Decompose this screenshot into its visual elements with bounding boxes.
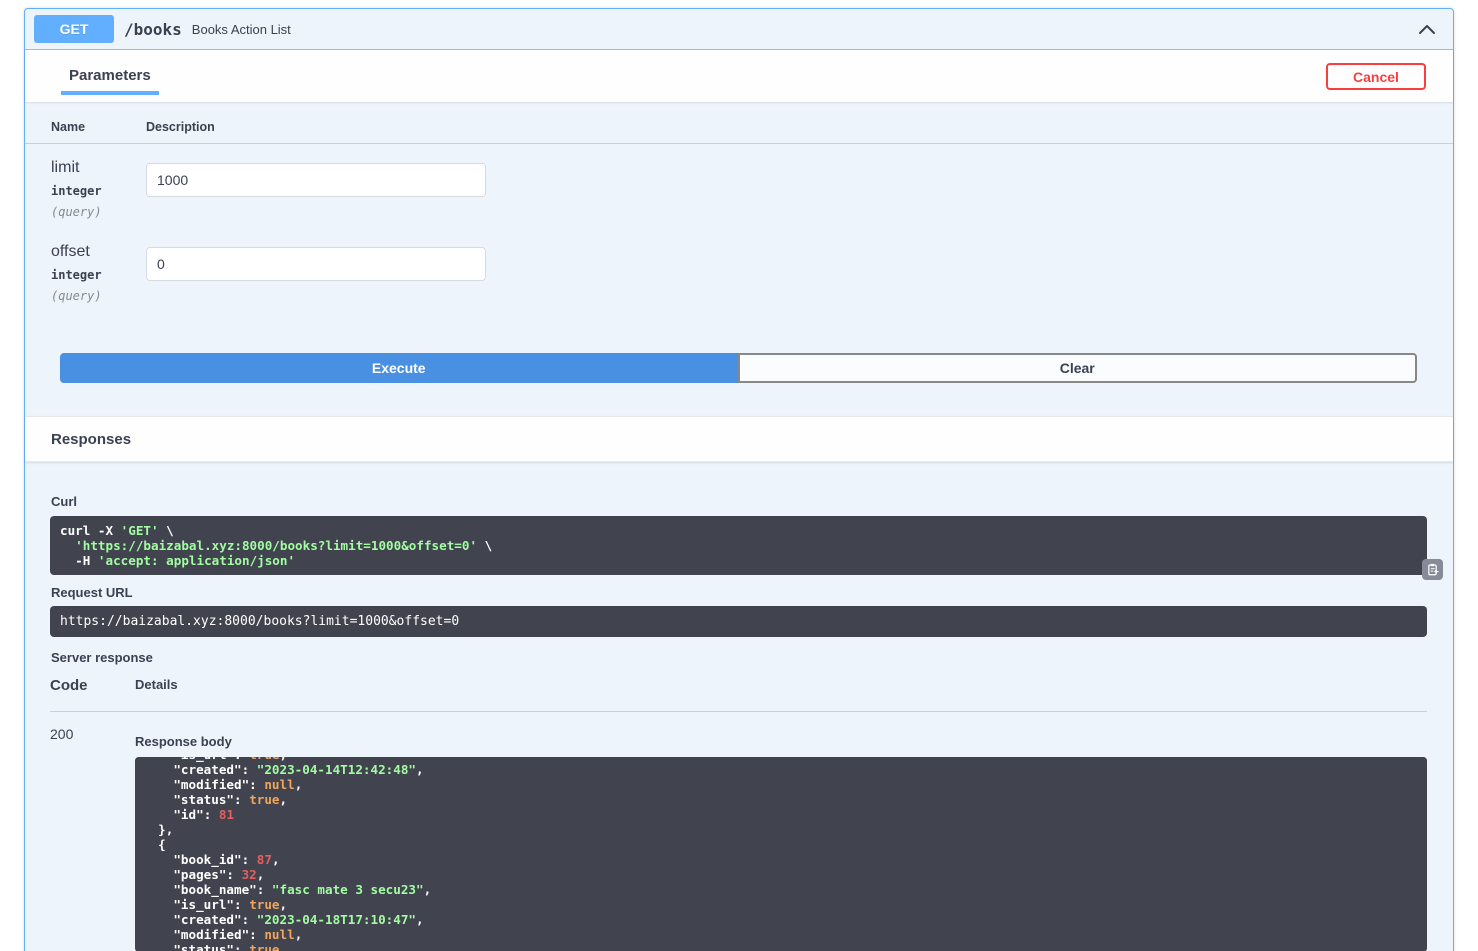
request-url-block: https://baizabal.xyz:8000/books?limit=10… bbox=[50, 606, 1427, 637]
clipboard-copy-icon bbox=[1426, 563, 1439, 576]
column-header-description: Description bbox=[146, 120, 215, 134]
parameter-meta: offset integer (query) bbox=[51, 243, 146, 303]
column-header-name: Name bbox=[51, 120, 146, 134]
curl-command-block: curl -X 'GET' \ 'https://baizabal.xyz:80… bbox=[50, 516, 1427, 575]
server-response-row: 200 Response body "is_url": true, "creat… bbox=[50, 726, 1427, 951]
responses-body: Curl curl -X 'GET' \ 'https://baizabal.x… bbox=[25, 494, 1453, 951]
parameter-name: offset bbox=[51, 243, 146, 261]
limit-input[interactable] bbox=[146, 163, 486, 197]
parameter-type: integer bbox=[51, 184, 146, 198]
http-method-badge: GET bbox=[34, 15, 114, 43]
response-status-code: 200 bbox=[50, 726, 135, 951]
cancel-button[interactable]: Cancel bbox=[1326, 63, 1426, 90]
endpoint-panel: GET /books Books Action List Parameters … bbox=[24, 8, 1454, 951]
endpoint-summary-bar[interactable]: GET /books Books Action List bbox=[25, 9, 1453, 50]
server-response-label: Server response bbox=[51, 650, 1427, 665]
execute-button[interactable]: Execute bbox=[60, 353, 738, 383]
request-url-label: Request URL bbox=[51, 585, 1427, 600]
parameter-meta: limit integer (query) bbox=[51, 159, 146, 219]
response-body-json: "is_url": true, "created": "2023-04-14T1… bbox=[135, 757, 1427, 951]
copy-to-clipboard-button[interactable] bbox=[1422, 559, 1443, 580]
collapse-button[interactable] bbox=[1413, 18, 1441, 40]
offset-input[interactable] bbox=[146, 247, 486, 281]
parameter-name: limit bbox=[51, 159, 146, 177]
execute-wrapper: Execute Clear bbox=[60, 353, 1417, 383]
endpoint-path: /books bbox=[124, 20, 182, 39]
parameter-description-cell bbox=[146, 243, 486, 303]
parameter-location: (query) bbox=[51, 289, 146, 303]
responses-title: Responses bbox=[51, 431, 131, 448]
server-response-table-head: Code Details bbox=[50, 677, 1427, 712]
parameters-table-head: Name Description bbox=[25, 102, 1453, 144]
parameter-row-limit: limit integer (query) bbox=[25, 144, 1453, 219]
response-body-label: Response body bbox=[135, 726, 1427, 749]
column-header-details: Details bbox=[135, 677, 178, 694]
parameter-description-cell bbox=[146, 159, 486, 219]
clear-button[interactable]: Clear bbox=[738, 353, 1418, 383]
column-header-code: Code bbox=[50, 677, 135, 694]
request-url-value: https://baizabal.xyz:8000/books?limit=10… bbox=[60, 614, 459, 629]
parameters-body: Name Description limit integer (query) o… bbox=[25, 102, 1453, 416]
parameter-type: integer bbox=[51, 268, 146, 282]
responses-section-header: Responses bbox=[25, 416, 1453, 462]
parameter-row-offset: offset integer (query) bbox=[25, 219, 1453, 303]
parameters-section-header: Parameters Cancel bbox=[25, 50, 1453, 102]
curl-label: Curl bbox=[51, 494, 1427, 509]
endpoint-summary-text: Books Action List bbox=[192, 22, 291, 37]
response-body-scroll-area[interactable]: "is_url": true, "created": "2023-04-14T1… bbox=[135, 757, 1427, 951]
parameter-location: (query) bbox=[51, 205, 146, 219]
chevron-up-icon bbox=[1417, 22, 1437, 36]
response-details-cell: Response body "is_url": true, "created":… bbox=[135, 726, 1427, 951]
tab-parameters[interactable]: Parameters bbox=[61, 50, 159, 95]
